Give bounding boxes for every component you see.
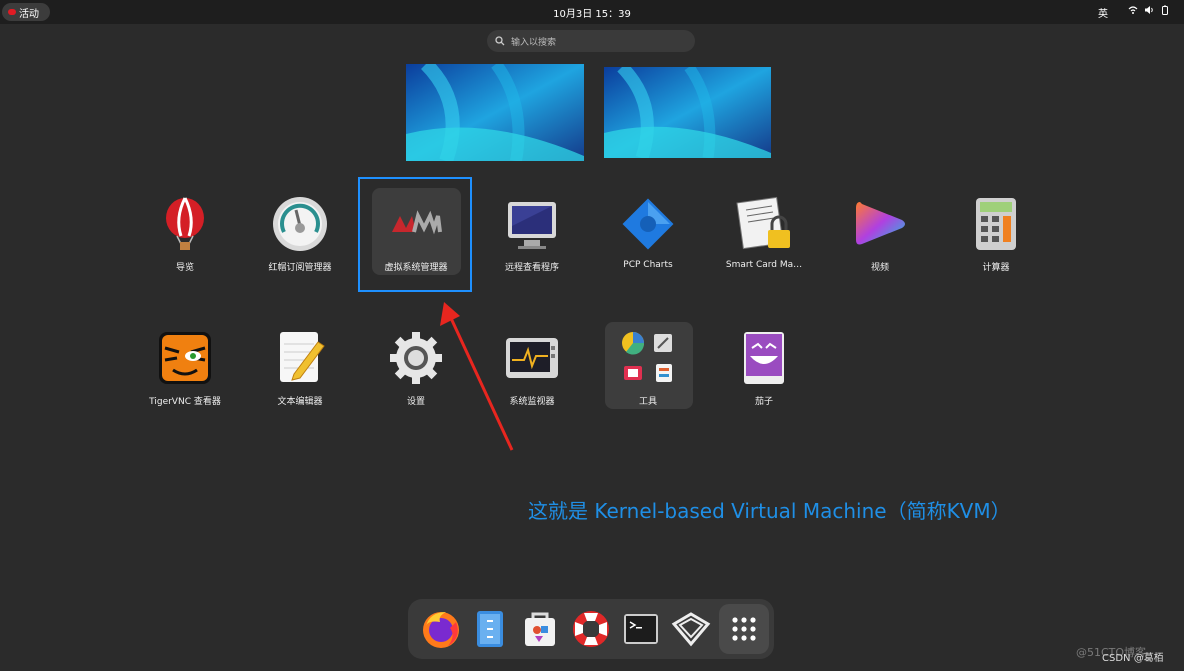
search-input[interactable]: 输入以搜索 [487,30,695,52]
search-placeholder: 输入以搜索 [511,37,557,48]
app-label: 文本编辑器 [277,397,323,407]
app-subscription-manager[interactable]: 红帽订阅管理器 [245,180,355,280]
dock [408,599,774,659]
app-label: PCP Charts [623,260,673,270]
app-label: 红帽订阅管理器 [268,263,332,273]
app-grid-icon [732,617,756,641]
firefox-icon [423,612,459,648]
help-lifebuoy-icon [573,611,609,647]
csdn-credit: CSDN @葛栢 [1102,653,1164,664]
app-folder-tools[interactable]: 工具 [593,314,703,414]
app-label: TigerVNC 查看器 [149,397,221,407]
app-label: 远程查看程序 [504,263,559,273]
app-label: 工具 [638,397,657,407]
vm-cube-icon [671,612,711,647]
dock-terminal[interactable] [620,608,662,650]
app-remote-viewer[interactable]: 远程查看程序 [477,180,587,280]
dock-virtual-machines[interactable] [670,608,712,650]
app-virt-manager[interactable]: 虚拟系统管理器 [361,180,471,280]
app-calculator[interactable]: 计算器 [941,180,1051,280]
app-label: 视频 [870,263,889,273]
video-play-icon [852,196,908,252]
workspace-thumbnail-1[interactable] [406,64,584,161]
dock-software[interactable] [519,608,561,650]
workspace-thumbnail-2[interactable] [604,67,771,158]
system-menu[interactable] [1128,5,1170,15]
monitor-icon [504,196,560,252]
app-tour[interactable]: 导览 [130,180,240,280]
vmm-logo-icon [388,196,444,252]
dock-help[interactable] [570,608,612,650]
folder-grid-icon [620,330,676,386]
dock-show-apps[interactable] [723,608,765,650]
app-label: 系统监视器 [509,397,555,407]
app-label: 虚拟系统管理器 [384,263,448,273]
app-label: 导览 [175,263,194,273]
annotation-arrow [440,302,514,451]
tiger-icon [157,330,213,386]
app-label: 茄子 [754,397,773,407]
power-icon [1162,5,1168,15]
app-label: 计算器 [982,263,1010,273]
terminal-icon [624,614,658,644]
notepad-pencil-icon [272,330,328,386]
certificate-lock-icon [736,196,792,252]
app-pcp-charts[interactable]: PCP Charts [593,180,703,280]
calculator-icon [968,196,1024,252]
pcp-gear-icon [620,196,676,252]
app-label: Smart Card Ma… [725,260,803,270]
volume-icon [1145,6,1153,14]
app-videos[interactable]: 视频 [825,180,935,280]
files-icon [477,611,503,647]
app-text-editor[interactable]: 文本编辑器 [245,314,355,414]
gauge-icon [272,196,328,252]
dock-firefox[interactable] [420,608,462,650]
app-smart-card-manager[interactable]: Smart Card Ma… [709,180,819,280]
app-label: 设置 [406,397,425,407]
software-icon [525,612,555,646]
input-method-indicator[interactable]: 英 [1098,5,1108,20]
search-icon [495,36,505,46]
cheese-icon [736,330,792,386]
dock-files[interactable] [469,608,511,650]
top-bar: 活动 10月3日 15：39 英 [0,0,1184,24]
app-cheese[interactable]: 茄子 [709,314,819,414]
clock[interactable]: 10月3日 15：39 [0,5,1184,20]
network-icon [1128,6,1138,14]
hot-air-balloon-icon [157,196,213,252]
app-tigervnc[interactable]: TigerVNC 查看器 [130,314,240,414]
annotation-text: 这就是 Kernel-based Virtual Machine（简称KVM） [528,499,1011,523]
